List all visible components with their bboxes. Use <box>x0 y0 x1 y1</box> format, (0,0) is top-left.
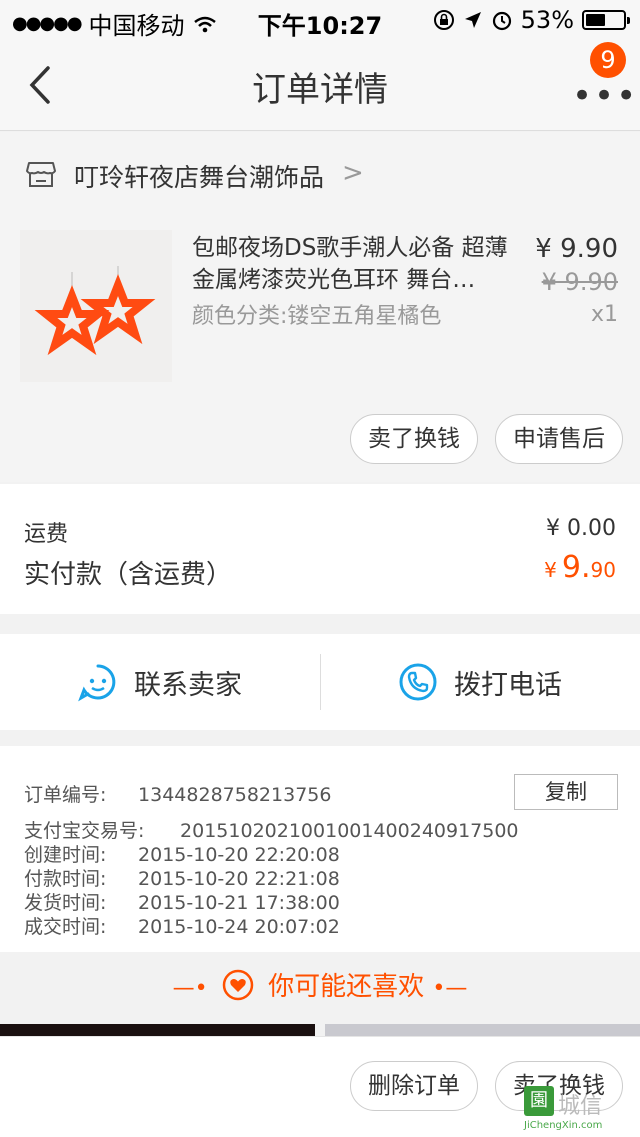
closed-value: 2015-10-24 20:07:02 <box>138 916 340 938</box>
shipping-label: 运费 <box>24 522 69 547</box>
shipped-label: 发货时间: <box>24 892 107 914</box>
created-label: 创建时间: <box>24 844 107 866</box>
recommend-item-1[interactable] <box>0 1024 315 1036</box>
contact-seller-button[interactable]: 联系卖家 <box>0 634 320 730</box>
paid-time-label: 付款时间: <box>24 868 107 890</box>
shop-icon <box>26 162 56 187</box>
paid-currency: ¥ <box>544 558 557 582</box>
paid-time-value: 2015-10-20 22:21:08 <box>138 868 340 890</box>
contact-seller-label: 联系卖家 <box>134 669 242 701</box>
location-icon <box>464 12 481 28</box>
order-number-value: 1344828758213756 <box>138 784 332 806</box>
product-sku: 颜色分类:镂空五角星橘色 <box>192 304 442 329</box>
star-earring-image <box>20 230 172 382</box>
alipay-value: 2015102021001001400240917500 <box>180 820 519 842</box>
paid-integer: 9. <box>561 550 591 585</box>
contact-bar: 联系卖家 拨打电话 <box>0 634 640 730</box>
request-aftersale-button[interactable]: 申请售后 <box>495 414 623 464</box>
product-item[interactable]: 包邮夜场DS歌手潮人必备 超薄金属烤漆荧光色耳环 舞台… 颜色分类:镂空五角星橘… <box>0 218 640 482</box>
order-info: 订单编号: 1344828758213756 复制 支付宝交易号: 201510… <box>0 746 640 952</box>
battery-icon <box>582 10 630 30</box>
delete-order-button[interactable]: 删除订单 <box>350 1061 478 1111</box>
product-quantity: x1 <box>590 302 618 327</box>
copy-button[interactable]: 复制 <box>514 774 618 810</box>
product-title[interactable]: 包邮夜场DS歌手潮人必备 超薄金属烤漆荧光色耳环 舞台… <box>192 232 522 296</box>
sell-for-cash-button[interactable]: 卖了换钱 <box>350 414 478 464</box>
watermark-badge: 園 <box>524 1086 554 1116</box>
fee-summary: 运费 ¥ 0.00 实付款（含运费） ¥ 9.90 <box>0 484 640 614</box>
alipay-row: 支付宝交易号: 2015102021001001400240917500 <box>24 816 519 843</box>
shipped-row: 发货时间: 2015-10-21 17:38:00 <box>24 888 340 915</box>
battery-level-fill <box>586 14 605 26</box>
shop-name: 叮玲轩夜店舞台潮饰品 <box>74 163 325 192</box>
shipping-value: ¥ 0.00 <box>546 516 616 541</box>
chevron-right-icon: > <box>342 158 364 188</box>
call-phone-button[interactable]: 拨打电话 <box>320 634 640 730</box>
product-thumbnail[interactable] <box>20 230 172 382</box>
paid-amount-value: ¥ 9.90 <box>544 550 616 585</box>
order-number-row: 订单编号: 1344828758213756 <box>24 780 331 807</box>
closed-label: 成交时间: <box>24 916 107 938</box>
product-original-price: ¥ 9.90 <box>541 268 618 296</box>
order-number-label: 订单编号: <box>24 784 107 806</box>
paid-decimal: 90 <box>590 558 616 582</box>
orientation-lock-icon <box>433 10 454 30</box>
left-arrow-decor-icon: —• <box>172 976 208 1001</box>
recommend-title: 你可能还喜欢 <box>268 972 425 1002</box>
call-phone-label: 拨打电话 <box>454 669 562 701</box>
right-arrow-decor-icon: •— <box>432 976 468 1001</box>
page-title: 订单详情 <box>252 70 388 110</box>
paid-amount-label: 实付款（含运费） <box>24 560 233 590</box>
alarm-icon <box>492 11 511 31</box>
recommend-title-row: —• 你可能还喜欢 •— <box>0 966 640 1003</box>
watermark-url: JiChengXin.com <box>524 1120 603 1131</box>
chat-face-icon <box>78 664 116 702</box>
nav-bar: 订单详情 ••• 9 <box>0 40 640 131</box>
recommend-header: —• 你可能还喜欢 •— <box>0 954 640 1024</box>
status-bar: ●●●●● 中国移动 下午10:27 53% <box>0 0 640 40</box>
more-menu-icon[interactable]: ••• <box>572 76 638 116</box>
created-row: 创建时间: 2015-10-20 22:20:08 <box>24 840 340 867</box>
closed-row: 成交时间: 2015-10-24 20:07:02 <box>24 912 340 939</box>
alipay-label: 支付宝交易号: <box>24 820 145 842</box>
recommend-item-2[interactable] <box>325 1024 640 1036</box>
heart-circle-icon <box>222 969 254 1001</box>
shipped-value: 2015-10-21 17:38:00 <box>138 892 340 914</box>
paid-time-row: 付款时间: 2015-10-20 22:21:08 <box>24 864 340 891</box>
created-value: 2015-10-20 22:20:08 <box>138 844 340 866</box>
notification-badge: 9 <box>590 42 626 78</box>
recommend-preview-strip[interactable] <box>0 1024 640 1036</box>
battery-percent: 53% <box>520 6 574 34</box>
product-price: ¥ 9.90 <box>535 234 618 264</box>
phone-icon <box>399 663 437 701</box>
watermark-text: 城信 <box>558 1094 603 1119</box>
site-watermark: 園 城信 JiChengXin.com <box>518 1086 636 1134</box>
shop-row[interactable]: 叮玲轩夜店舞台潮饰品 > <box>0 132 640 218</box>
